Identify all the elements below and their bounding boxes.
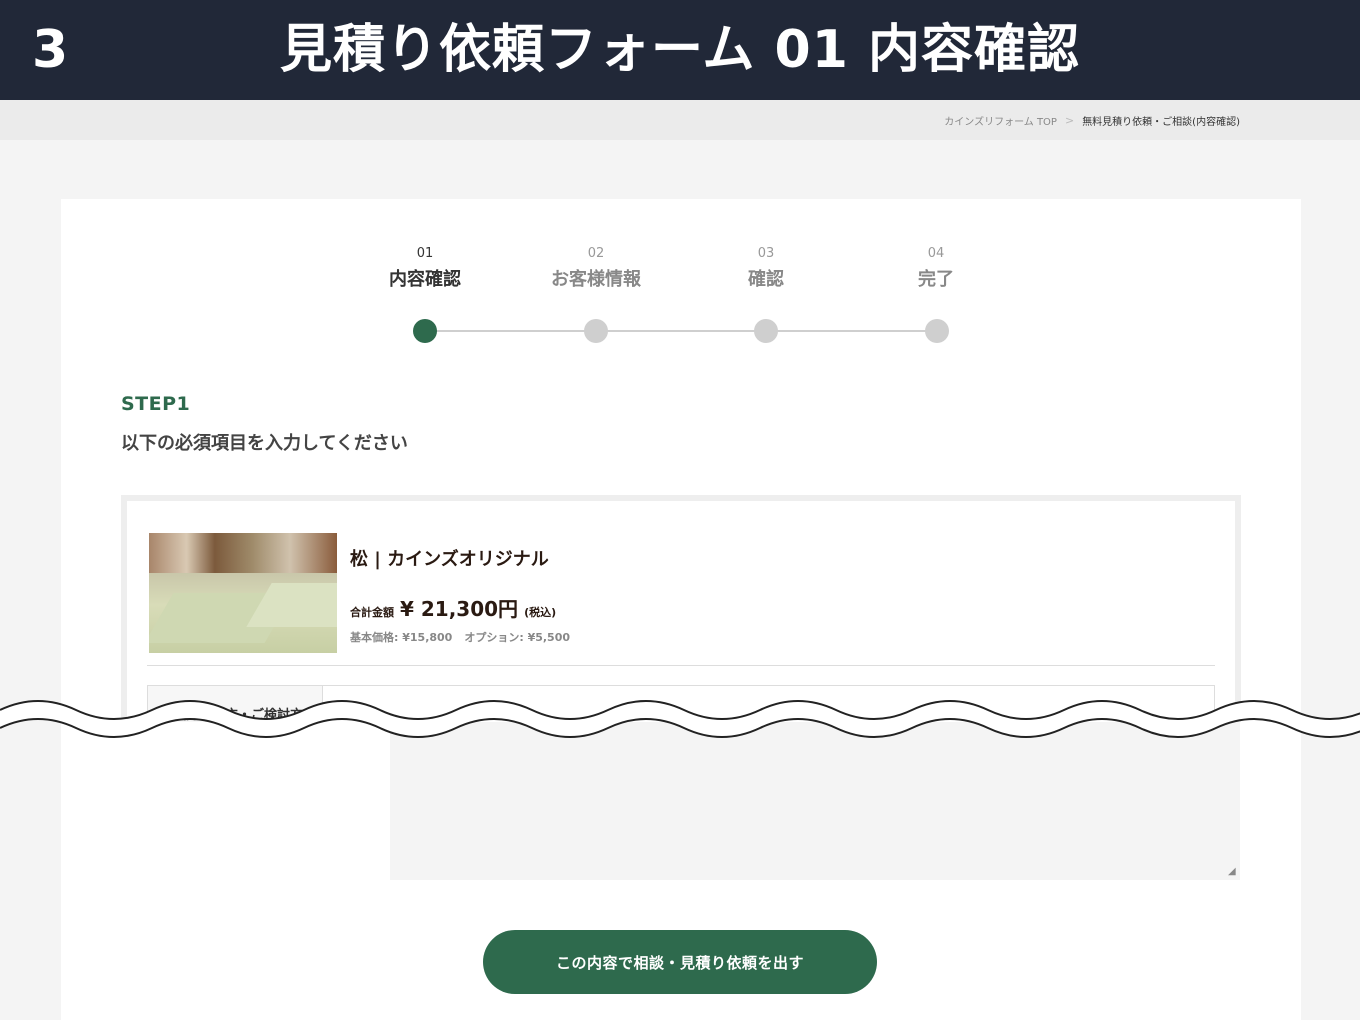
- step-number: 01: [416, 246, 434, 261]
- slide-title: 見積り依頼フォーム 01 内容確認: [279, 20, 1080, 80]
- slide-title-bar: 3 見積り依頼フォーム 01 内容確認: [0, 0, 1360, 100]
- step-3: 03 確認: [681, 243, 851, 295]
- product-divider: [147, 665, 1215, 666]
- price-tax-note: (税込): [524, 606, 557, 619]
- step-1-dot: [413, 319, 437, 343]
- step-2: 02 お客様情報: [511, 243, 681, 295]
- product-image-wall: [149, 533, 337, 573]
- breadcrumb: カインズリフォーム TOP > 無料見積り依頼・ご相談(内容確認): [944, 113, 1240, 128]
- step-2-dot: [584, 319, 608, 343]
- product-name: 松 | カインズオリジナル: [350, 549, 549, 570]
- breadcrumb-separator-icon: >: [1064, 114, 1075, 127]
- breadcrumb-current: 無料見積り依頼・ご相談(内容確認): [1082, 117, 1240, 128]
- step-number: 02: [587, 246, 605, 261]
- step-3-dot: [754, 319, 778, 343]
- base-price: 基本価格: ¥15,800: [350, 631, 453, 644]
- submit-estimate-button[interactable]: この内容で相談・見積り依頼を出す: [483, 930, 877, 994]
- wave-break-divider: [0, 700, 1360, 738]
- price-label: 合計金額: [350, 606, 394, 619]
- resize-handle-icon[interactable]: ◢: [1228, 866, 1240, 878]
- step-label: 内容確認: [389, 269, 461, 290]
- product-image-tatami: [246, 583, 337, 627]
- step-1: 01 内容確認: [340, 243, 510, 295]
- option-price: オプション: ¥5,500: [464, 631, 571, 644]
- step-heading: STEP1: [121, 393, 191, 415]
- step-label: 完了: [918, 269, 954, 290]
- step-number: 04: [927, 246, 945, 261]
- breadcrumb-home-link[interactable]: カインズリフォーム TOP: [944, 113, 1057, 128]
- step-number: 03: [757, 246, 775, 261]
- step-4-dot: [925, 319, 949, 343]
- step-label: 確認: [748, 269, 784, 290]
- progress-line: [425, 330, 937, 332]
- price-value: ¥ 21,300円: [400, 597, 519, 621]
- step-instruction: 以下の必須項目を入力してください: [121, 433, 408, 454]
- step-4: 04 完了: [851, 243, 1021, 295]
- product-image: [149, 533, 337, 653]
- step-label: お客様情報: [551, 269, 641, 290]
- price-row: 合計金額 ¥ 21,300円 (税込): [350, 593, 556, 622]
- price-breakdown: 基本価格: ¥15,800 オプション: ¥5,500: [350, 629, 570, 645]
- step-indicator: 01 内容確認 02 お客様情報 03 確認 04 完了: [61, 199, 1301, 359]
